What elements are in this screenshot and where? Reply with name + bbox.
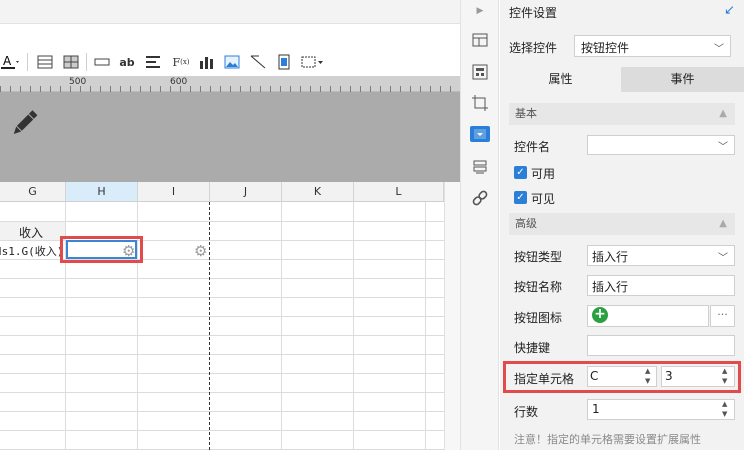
button-name-label: 按钮名称 [514, 280, 563, 294]
grid-line [0, 221, 444, 222]
ruler-label-500: 500 [69, 77, 87, 87]
section-basic-label: 基本 [515, 107, 537, 120]
collapse-caret-icon[interactable]: ▲ [719, 213, 727, 235]
rows-value: 1 [592, 402, 600, 416]
frame-icon[interactable] [470, 93, 490, 113]
tab-properties[interactable]: 属性 [500, 67, 621, 92]
column-header-k[interactable]: K [282, 182, 354, 202]
align-icon[interactable] [144, 52, 162, 72]
name-label: 控件名 [514, 140, 551, 154]
svg-text:A: A [3, 54, 12, 68]
grid-line [0, 335, 444, 336]
ruler-label-600: 600 [170, 77, 188, 87]
tab-events[interactable]: 事件 [621, 67, 744, 92]
column-header-i[interactable]: I [138, 182, 210, 202]
button-icon-label: 按钮图标 [514, 311, 563, 325]
vertical-scrollbar[interactable] [444, 182, 460, 450]
column-header-h[interactable]: H [66, 182, 138, 202]
section-advanced[interactable]: 高级 ▲ [509, 213, 735, 235]
page-break-line [209, 202, 210, 450]
bar-chart-icon[interactable] [198, 52, 216, 72]
tab-strip [0, 0, 460, 24]
grid-line [0, 373, 444, 374]
cell-g2-wrap[interactable]: ds1.G(收入) [0, 240, 65, 260]
column-header-j[interactable]: J [210, 182, 282, 202]
select-widget-label: 选择控件 [509, 41, 558, 55]
chevron-down-icon[interactable]: ﹀ [718, 249, 728, 264]
chevron-down-icon[interactable]: ﹀ [718, 138, 728, 153]
stepper-up-icon[interactable]: ▲ [722, 401, 727, 408]
form-icon[interactable] [470, 62, 490, 82]
design-canvas[interactable] [0, 92, 460, 182]
gear-icon[interactable]: ⚙ [122, 244, 135, 259]
slash-icon[interactable] [249, 52, 267, 72]
toolbar-divider [27, 53, 28, 71]
grid-line [0, 278, 444, 279]
visible-checkbox[interactable]: ✓ [514, 191, 527, 204]
expand-arrow-icon[interactable]: ▶ [470, 1, 490, 21]
enabled-label: 可用 [531, 167, 556, 181]
grid-line [0, 392, 444, 393]
document-icon[interactable] [275, 52, 293, 72]
rows-input[interactable] [587, 399, 735, 420]
chevron-down-icon[interactable]: ﹀ [714, 40, 724, 55]
cell-g2: ds1.G(收入) [0, 245, 64, 258]
highlight-box-cell-setting [503, 361, 741, 393]
formula-icon[interactable]: F (x) [170, 52, 192, 72]
select-widget-value: 按钮控件 [581, 41, 630, 55]
grid-line [0, 316, 444, 317]
cell-g1[interactable]: 收入 [19, 224, 43, 241]
image-icon[interactable] [223, 52, 241, 72]
button-name-value: 插入行 [592, 280, 629, 294]
grid-line [0, 354, 444, 355]
section-basic[interactable]: 基本 ▲ [509, 103, 735, 125]
name-combobox[interactable] [587, 135, 735, 155]
more-button[interactable]: ··· [710, 305, 735, 327]
textbox-icon[interactable] [93, 52, 111, 72]
stepper-down-icon[interactable]: ▼ [722, 411, 727, 418]
button-type-value: 插入行 [592, 250, 629, 264]
collapse-caret-icon[interactable]: ▲ [719, 103, 727, 125]
visible-label: 可见 [531, 192, 556, 206]
hotkey-label: 快捷键 [514, 341, 551, 355]
toolbar-divider [86, 53, 87, 71]
grid-icon[interactable] [62, 52, 80, 72]
pencil-icon[interactable] [8, 107, 40, 142]
collapse-arrow-icon[interactable]: ↙ [724, 3, 735, 18]
layout-icon[interactable] [470, 30, 490, 50]
column-header-g[interactable]: G [0, 182, 66, 202]
list-icon[interactable] [470, 157, 490, 177]
panel-title: 控件设置 [509, 6, 558, 20]
hotkey-input[interactable] [587, 335, 735, 356]
border-icon[interactable] [300, 52, 326, 72]
column-header-l[interactable]: L [354, 182, 444, 202]
note-text: 注意！指定的单元格需要设置扩展属性 [514, 433, 701, 446]
link-icon[interactable] [470, 188, 490, 208]
widget-icon[interactable] [470, 126, 490, 142]
enabled-checkbox[interactable]: ✓ [514, 166, 527, 179]
gear-icon[interactable]: ⚙ [194, 244, 207, 259]
grid-line [0, 430, 444, 431]
grid-line [0, 411, 444, 412]
section-advanced-label: 高级 [515, 217, 537, 230]
button-type-label: 按钮类型 [514, 250, 563, 264]
label-icon[interactable]: ab [118, 52, 136, 72]
add-circle-icon: + [592, 307, 608, 323]
rows-label: 行数 [514, 405, 539, 419]
table-icon[interactable] [36, 52, 54, 72]
font-color-icon[interactable]: A [0, 52, 20, 72]
grid-line [0, 297, 444, 298]
